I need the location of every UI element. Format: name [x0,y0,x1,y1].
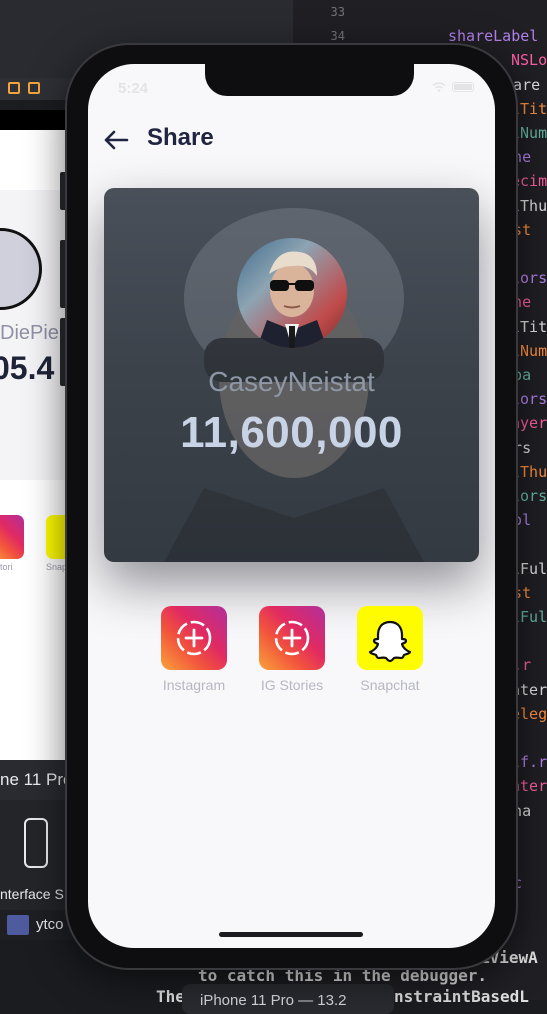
code-text: ecim [511,172,547,191]
code-text: lThu [511,196,547,215]
preview-app-label: tori [0,562,13,572]
share-label: Instagram [162,677,226,693]
code-text: lTit [511,317,547,336]
share-instagram-button[interactable]: Instagram [149,606,239,696]
console-line: nstraintBasedL [394,987,529,1006]
share-ig-stories-button[interactable]: IG Stories [247,606,337,696]
channel-name: CaseyNeistat [208,366,375,397]
code-text: nter [511,680,547,699]
code-text: lors [511,390,547,409]
preview-app-label: Snap [46,562,68,572]
code-text: lFul [511,608,547,626]
wifi-icon [432,82,446,92]
target-label[interactable]: ytco [36,916,64,933]
share-snapchat-button[interactable]: Snapchat [345,606,435,696]
code-line[interactable]: 33 [293,0,547,24]
preview-instagram-icon [0,515,24,559]
preview-name: DiePie [0,322,59,344]
share-label: Snapchat [360,677,420,693]
waveform-icon [7,915,29,935]
home-indicator[interactable] [219,932,363,937]
line-number: 33 [330,5,345,19]
exit-icon[interactable] [28,82,40,94]
code-text: eleg [511,704,547,723]
channel-avatar [237,238,347,348]
code-text: ayer [511,414,547,433]
code-text: lThu [511,462,547,481]
share-label: IG Stories [260,677,324,693]
console-prefix: The [156,987,185,1006]
code-text: NSLoca [511,51,547,70]
phone-screen: 5:24 Share CaseyNeistat 11,600,000 Insta… [88,64,495,948]
code-text: lNum [511,124,547,142]
back-arrow-icon[interactable] [103,127,129,153]
status-time: 5:24 [118,80,149,97]
snapchat-ghost-icon [357,606,423,670]
code-text: nter [511,777,547,796]
code-text: lTit [511,99,547,118]
device-config-label[interactable]: ne 11 Pro [0,770,72,790]
code-text: lNum [511,341,547,360]
preview-count: 05.4 [0,350,55,386]
simulator-name-chip: iPhone 11 Pro — 13.2 [182,984,394,1014]
battery-icon [452,82,474,92]
code-text: lors [511,269,547,288]
iphone-outline-icon[interactable] [24,818,48,868]
instagram-story-icon [259,606,325,670]
instagram-story-icon [161,606,227,670]
share-card: CaseyNeistat 11,600,000 [104,188,479,562]
code-text: lf.r [511,753,547,772]
code-text: lors [511,487,547,505]
code-text: lFul [511,559,547,578]
page-title: Share [147,124,214,151]
subscriber-count: 11,600,000 [180,408,403,457]
device-header [0,110,75,130]
scene-icon[interactable] [8,82,20,94]
interface-style-label[interactable]: nterface S [0,886,64,902]
notch [205,64,414,96]
